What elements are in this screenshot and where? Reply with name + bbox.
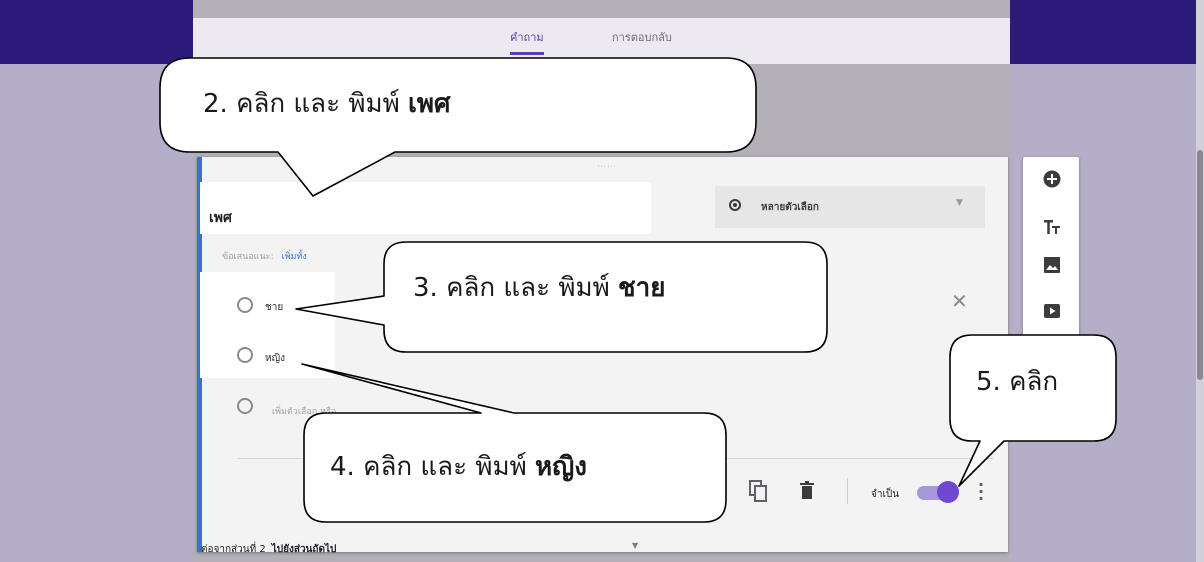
callout-bubble-4 xyxy=(301,363,727,523)
callout-4-text: 4. คลิก และ พิมพ์ หญิง xyxy=(330,452,587,482)
callout-3-bold: ชาย xyxy=(618,273,666,303)
callout-4-label: 4. คลิก และ พิมพ์ xyxy=(330,452,536,482)
callout-4-bold: หญิง xyxy=(535,452,588,482)
callout-5-text: 5. คลิก xyxy=(976,367,1058,397)
callout-2-bold: เพศ xyxy=(408,89,451,119)
callout-bubble-5 xyxy=(949,334,1117,487)
callout-5-label: 5. คลิก xyxy=(976,367,1059,397)
callout-3-text: 3. คลิก และ พิมพ์ ชาย xyxy=(413,273,666,303)
callout-3-label: 3. คลิก และ พิมพ์ xyxy=(413,273,619,303)
callout-2-text: 2. คลิก และ พิมพ์ เพศ xyxy=(203,89,451,119)
callout-bubble-2 xyxy=(159,57,757,197)
callout-2-label: 2. คลิก และ พิมพ์ xyxy=(203,89,409,119)
